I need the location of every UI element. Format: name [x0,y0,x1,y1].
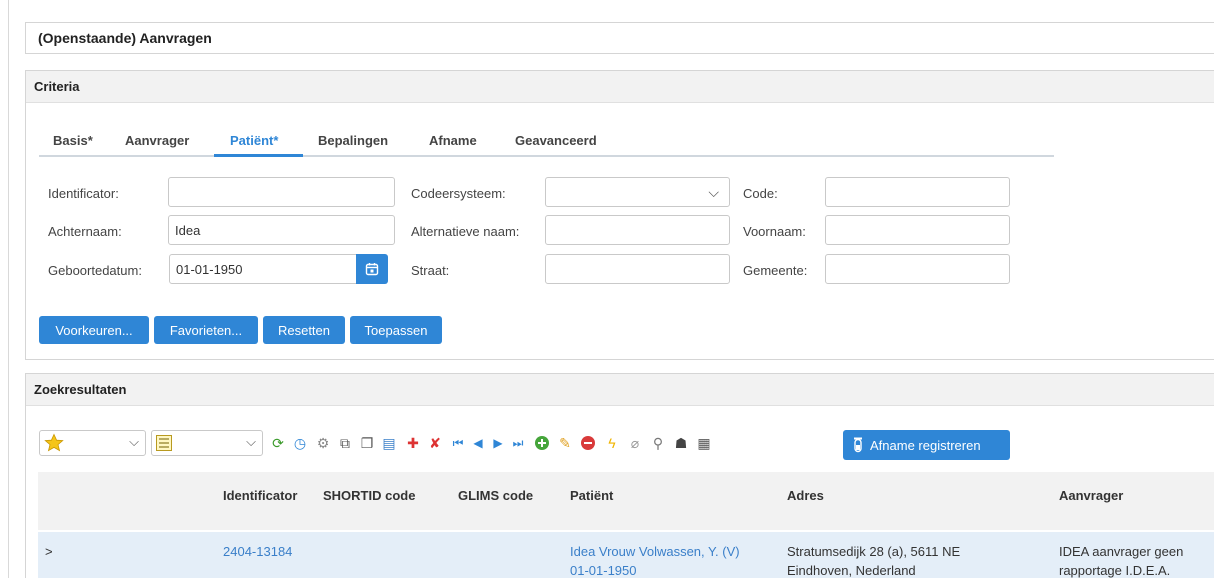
voornaam-label: Voornaam: [743,224,806,239]
column-header-adres[interactable]: Adres [787,488,824,503]
test-tube-icon [854,437,862,453]
row-expander[interactable]: > [45,543,53,560]
resetten-button[interactable]: Resetten [263,316,345,344]
alternatieve-naam-input[interactable] [545,215,730,245]
next-page-icon[interactable]: ▶ [489,434,507,452]
adres-line-1: Stratumsedijk 28 (a), 5611 NE [787,544,961,559]
straat-input[interactable] [545,254,730,284]
tab-geavanceerd[interactable]: Geavanceerd [515,133,597,148]
attachment-icon[interactable]: ⌀ [626,434,644,452]
star-icon [44,433,64,452]
gemeente-input[interactable] [825,254,1010,284]
voornaam-input[interactable] [825,215,1010,245]
clock-refresh-icon[interactable]: ◷ [291,434,309,452]
chevron-down-icon: ⌵ [708,184,719,200]
favorites-dropdown[interactable]: ⌵ [39,430,146,456]
ghost-icon[interactable]: ☗ [672,434,690,452]
criteria-tabs: Basis* Aanvrager Patiënt* Bepalingen Afn… [39,127,1054,157]
unpin-red-icon[interactable]: ✘ [426,434,444,452]
alternatieve-naam-label: Alternatieve naam: [411,224,520,239]
codeersysteem-label: Codeersysteem: [411,186,506,201]
add-icon[interactable] [533,434,551,452]
export-icon[interactable]: ▦ [695,434,713,452]
criteria-header: Criteria [26,71,1214,103]
pin-red-icon[interactable]: ✚ [404,434,422,452]
page-header: (Openstaande) Aanvragen [25,22,1214,54]
list-icon [156,435,172,451]
tab-afname[interactable]: Afname [429,133,477,148]
straat-label: Straat: [411,263,450,278]
active-tab-indicator [214,154,303,157]
results-grid-header: Identificator SHORTID code GLIMS code Pa… [38,472,1214,530]
aanvrager-line-2: rapportage I.D.E.A. [1059,563,1171,578]
achternaam-label: Achternaam: [48,224,122,239]
calendar-icon [365,263,379,276]
table-row[interactable]: > 2404-13184 Idea Vrouw Volwassen, Y. (V… [38,532,1214,578]
settings-gear-icon[interactable]: ⚙ [314,434,332,452]
voorkeuren-button[interactable]: Voorkeuren... [39,316,149,344]
column-header-shortid[interactable]: SHORTID code [323,488,415,503]
column-header-aanvrager[interactable]: Aanvrager [1059,488,1123,503]
column-header-identificator[interactable]: Identificator [223,488,297,503]
calendar-button[interactable] [356,254,388,284]
identificator-input[interactable] [168,177,395,207]
column-header-patient[interactable]: Patiënt [570,488,613,503]
lightning-icon[interactable]: ϟ [603,434,621,452]
toepassen-button[interactable]: Toepassen [350,316,442,344]
edit-icon[interactable]: ✎ [556,434,574,452]
identificator-label: Identificator: [48,186,119,201]
results-panel: Zoekresultaten ⌵ ⌵ ⟳ ◷ ⚙ ⧉ ❐ ▤ ✚ ✘ ⏮ ◀ ▶… [25,373,1214,578]
afname-registreren-button[interactable]: Afname registreren [843,430,1010,460]
geboortedatum-label: Geboortedatum: [48,263,142,278]
code-input[interactable] [825,177,1010,207]
refresh-icon[interactable]: ⟳ [269,434,287,452]
page-title: (Openstaande) Aanvragen [38,30,212,46]
aanvrager-line-1: IDEA aanvrager geen [1059,544,1184,559]
gemeente-label: Gemeente: [743,263,808,278]
chevron-down-icon: ⌵ [246,434,256,449]
adres-line-2: Eindhoven, Nederland [787,563,916,578]
tab-patient[interactable]: Patiënt* [230,133,278,148]
last-page-icon[interactable]: ⏭ [509,434,527,452]
save-list-icon[interactable]: ▤ [380,434,398,452]
first-page-icon[interactable]: ⏮ [449,434,467,452]
favorieten-button[interactable]: Favorieten... [154,316,258,344]
achternaam-input[interactable] [168,215,395,245]
results-title: Zoekresultaten [34,382,127,397]
column-header-glims[interactable]: GLIMS code [458,488,533,503]
patient-birthdate[interactable]: 01-01-1950 [570,562,637,578]
previous-page-icon[interactable]: ◀ [469,434,487,452]
tab-basis[interactable]: Basis* [53,133,93,148]
identificator-link[interactable]: 2404-13184 [223,543,292,560]
tab-bepalingen[interactable]: Bepalingen [318,133,388,148]
afname-registreren-label: Afname registreren [870,437,981,453]
codeersysteem-select[interactable]: ⌵ [545,177,730,207]
search-attachment-icon[interactable]: ⚲ [649,434,667,452]
code-label: Code: [743,186,778,201]
patient-link[interactable]: Idea Vrouw Volwassen, Y. (V) [570,543,740,560]
results-header: Zoekresultaten [26,374,1214,406]
tab-aanvrager[interactable]: Aanvrager [125,133,189,148]
left-border-line [8,0,9,578]
copy-icon[interactable]: ❐ [358,434,376,452]
remove-icon[interactable] [579,434,597,452]
geboortedatum-input[interactable] [169,254,357,284]
criteria-title: Criteria [34,79,80,94]
chevron-down-icon: ⌵ [129,434,139,449]
copy-check-icon[interactable]: ⧉ [336,434,354,452]
criteria-panel: Criteria Basis* Aanvrager Patiënt* Bepal… [25,70,1214,360]
column-set-dropdown[interactable]: ⌵ [151,430,263,456]
